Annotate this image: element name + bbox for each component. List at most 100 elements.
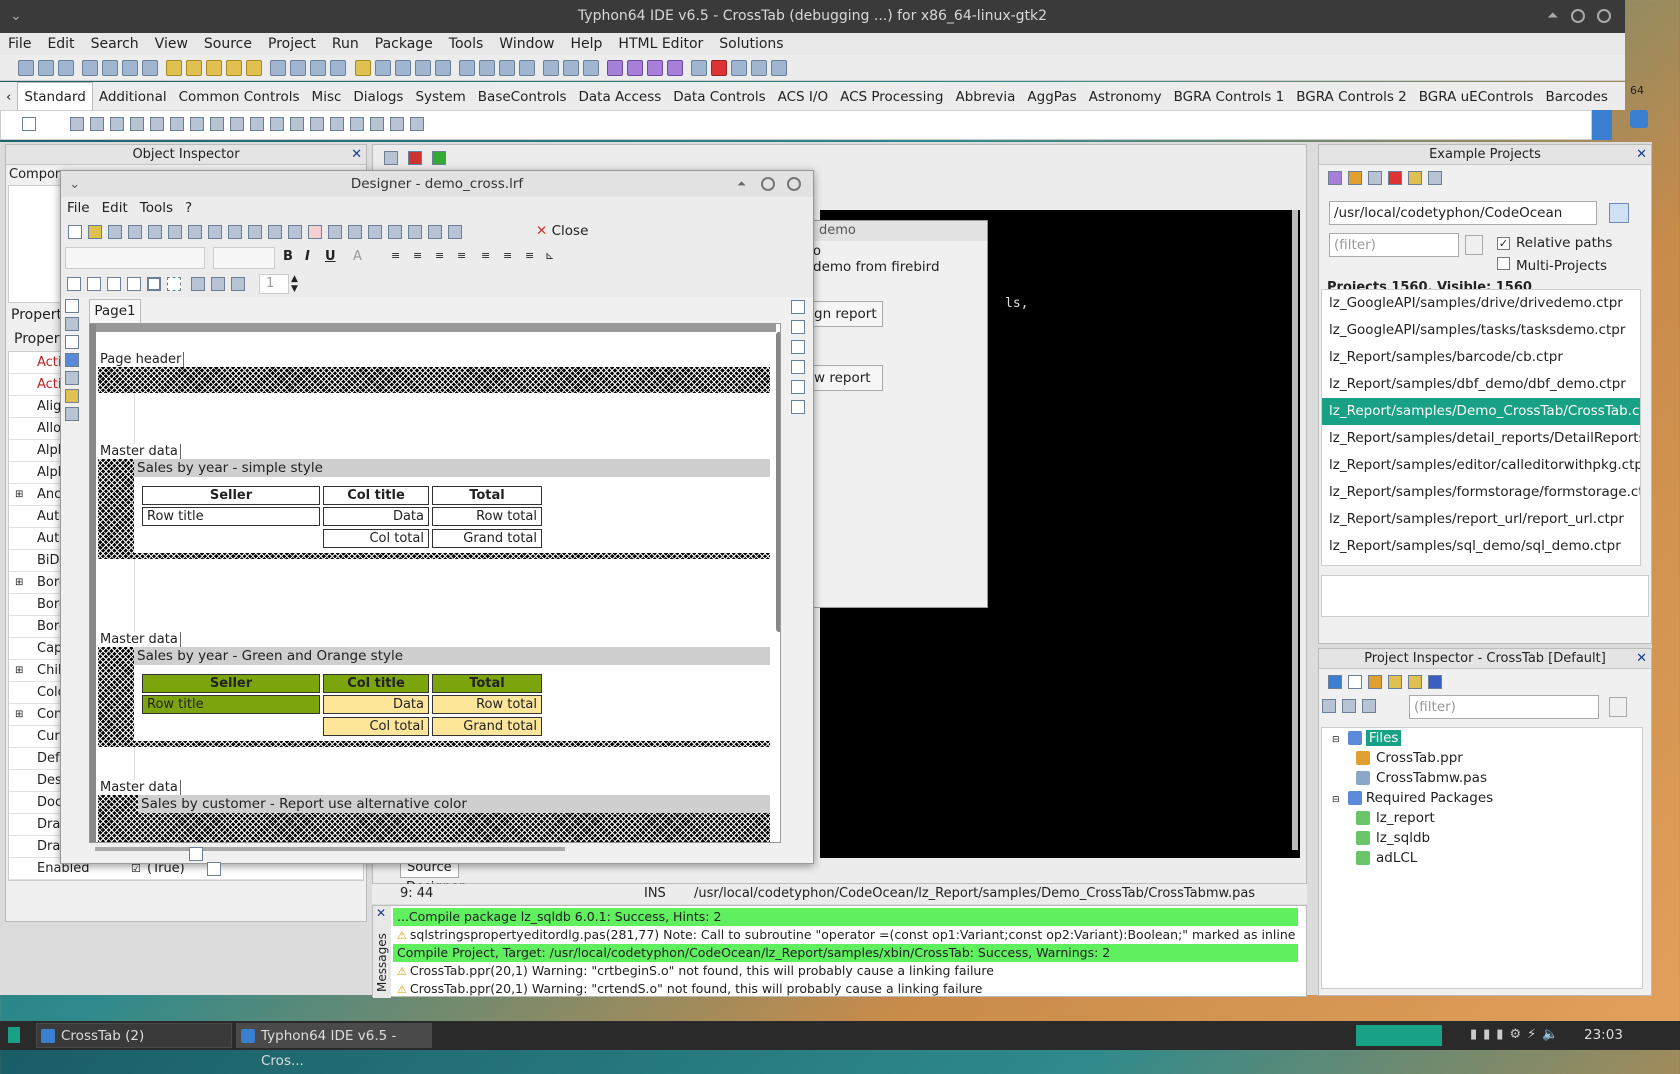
col-total-cell-1[interactable]: Col total: [323, 529, 429, 548]
toggle-form-icon[interactable]: [434, 60, 451, 76]
data-cell-1[interactable]: Data: [323, 507, 429, 526]
shade-icon[interactable]: ⏶: [737, 171, 746, 197]
run-params-icon[interactable]: [666, 60, 683, 76]
maximize-button[interactable]: [787, 177, 801, 191]
frame-left-icon[interactable]: [87, 277, 101, 291]
example-path-input[interactable]: /usr/local/codetyphon/CodeOcean: [1329, 201, 1597, 225]
example-project-item[interactable]: lz_Report/samples/detail_reports/DetailR…: [1322, 425, 1640, 452]
row-title-cell-2[interactable]: Row title: [142, 695, 320, 714]
barcode-tool-icon[interactable]: [65, 407, 79, 421]
palette-tab-acs-processing[interactable]: ACS Processing: [834, 83, 949, 111]
new-form-icon[interactable]: [38, 60, 54, 76]
togglebox-icon[interactable]: [190, 117, 205, 131]
add-page-icon[interactable]: [328, 225, 342, 239]
close-icon[interactable]: ✕: [351, 145, 362, 165]
frame-bottom-icon[interactable]: [107, 277, 121, 291]
run-project-icon[interactable]: [1408, 675, 1422, 689]
save-icon[interactable]: [290, 60, 307, 76]
add-icon[interactable]: [1328, 675, 1342, 689]
select-tool-icon[interactable]: [65, 299, 79, 313]
menu-project[interactable]: Project: [260, 33, 324, 55]
palette-tab-data-access[interactable]: Data Access: [573, 83, 668, 111]
example-project-item[interactable]: lz_GoogleAPI/samples/drive/drivedemo.ctp…: [1322, 290, 1640, 317]
align-left-icon[interactable]: ≡: [391, 249, 400, 262]
expand-icon[interactable]: ⊞: [15, 484, 23, 506]
remove-icon[interactable]: [1348, 675, 1362, 689]
align-center-icon[interactable]: ≡: [413, 249, 422, 262]
palette-scroll[interactable]: [1592, 110, 1612, 140]
window-menu-icon[interactable]: ⌄: [10, 0, 22, 33]
back-icon[interactable]: [408, 151, 423, 165]
jump-icon[interactable]: [384, 151, 398, 165]
palette-tab-data-controls[interactable]: Data Controls: [667, 83, 771, 111]
page-options-icon[interactable]: [308, 225, 322, 239]
clear-filter-icon[interactable]: [1609, 697, 1627, 717]
palette-tab-bgra-uecontrols[interactable]: BGRA uEControls: [1413, 83, 1540, 111]
total-header-1[interactable]: Total: [432, 486, 542, 505]
bring-front-icon[interactable]: [248, 225, 262, 239]
frame-width-input[interactable]: 1: [259, 274, 289, 294]
maximize-button[interactable]: [1597, 9, 1611, 23]
open-icon[interactable]: [166, 60, 183, 76]
step-out-icon[interactable]: [771, 60, 788, 76]
button-icon[interactable]: [110, 117, 125, 131]
frame-top-icon[interactable]: [67, 277, 81, 291]
copy-example-icon[interactable]: [1368, 171, 1382, 185]
palette-tab-system[interactable]: System: [409, 83, 471, 111]
task-typhon-ide[interactable]: Typhon64 IDE v6.5 - Cros...: [236, 1023, 432, 1069]
grand-total-cell-2[interactable]: Grand total: [432, 717, 542, 736]
italic-icon[interactable]: I: [305, 249, 310, 264]
menu-solutions[interactable]: Solutions: [711, 33, 791, 55]
required-packages-node[interactable]: ⊟ Required Packages: [1322, 788, 1642, 808]
designer-menu-tools[interactable]: Tools: [134, 197, 179, 219]
checkgroup-icon[interactable]: [350, 117, 365, 131]
options-icon[interactable]: [1428, 675, 1442, 689]
edit-icon[interactable]: [150, 117, 165, 131]
workspace-switcher[interactable]: [1356, 1025, 1442, 1046]
step-into-icon[interactable]: [731, 60, 748, 76]
required-package-item[interactable]: lz_report: [1322, 808, 1642, 828]
send-back-icon[interactable]: [268, 225, 282, 239]
palette-down-icon[interactable]: [1630, 110, 1648, 128]
fit-grid-icon[interactable]: [428, 225, 442, 239]
menu-search[interactable]: Search: [83, 33, 147, 55]
task-crosstab[interactable]: CrossTab (2): [36, 1023, 232, 1048]
build-example-icon[interactable]: [1348, 171, 1362, 185]
components-icon[interactable]: [478, 60, 495, 76]
open-folder-icon[interactable]: [1408, 171, 1422, 185]
search-icon[interactable]: [142, 60, 159, 76]
close-icon[interactable]: ✕: [1636, 145, 1647, 165]
popupmenu-icon[interactable]: [90, 117, 105, 131]
settings-icon[interactable]: [582, 60, 599, 76]
designer-menu-edit[interactable]: Edit: [96, 197, 134, 219]
delete-example-icon[interactable]: [1388, 171, 1402, 185]
message-line[interactable]: ...Compile package lz_sqldb 6.0.1: Succe…: [393, 908, 1298, 926]
paste-icon[interactable]: [188, 225, 202, 239]
align-right-icon[interactable]: ≡: [435, 249, 444, 262]
cut-icon[interactable]: [148, 225, 162, 239]
message-line[interactable]: Compile Project, Target: /usr/local/code…: [393, 944, 1298, 962]
example-project-item[interactable]: lz_Report/samples/barcode/cb.ctpr: [1322, 344, 1640, 371]
row-total-cell-2[interactable]: Row total: [432, 695, 542, 714]
open-report-icon[interactable]: [88, 225, 102, 239]
palette-tab-astronomy[interactable]: Astronomy: [1083, 83, 1168, 111]
grand-total-cell-1[interactable]: Grand total: [432, 529, 542, 548]
project-file-item[interactable]: CrossTab.ppr: [1322, 748, 1642, 768]
minimize-button[interactable]: [1571, 9, 1585, 23]
font-size-combo[interactable]: [213, 247, 275, 269]
menu-tools[interactable]: Tools: [441, 33, 492, 55]
example-filter-input[interactable]: (filter): [1329, 233, 1459, 257]
preview-icon[interactable]: [128, 225, 142, 239]
view-report-button[interactable]: w report: [813, 365, 883, 391]
palette-tab-common-controls[interactable]: Common Controls: [173, 83, 306, 111]
tree-icon[interactable]: [1342, 699, 1356, 713]
section-title-3[interactable]: Sales by customer - Report use alternati…: [138, 795, 770, 813]
font-color-icon[interactable]: A: [353, 249, 362, 264]
menu-window[interactable]: Window: [491, 33, 562, 55]
view-units-icon[interactable]: [394, 60, 411, 76]
palette-left-icon[interactable]: ‹: [0, 83, 17, 111]
example-project-item[interactable]: lz_GoogleAPI/samples/tasks/tasksdemo.ctp…: [1322, 317, 1640, 344]
section-title-2[interactable]: Sales by year - Green and Orange style: [134, 647, 770, 665]
forward-icon[interactable]: [432, 151, 447, 165]
designer-close-button[interactable]: ✕ Close: [536, 223, 588, 239]
